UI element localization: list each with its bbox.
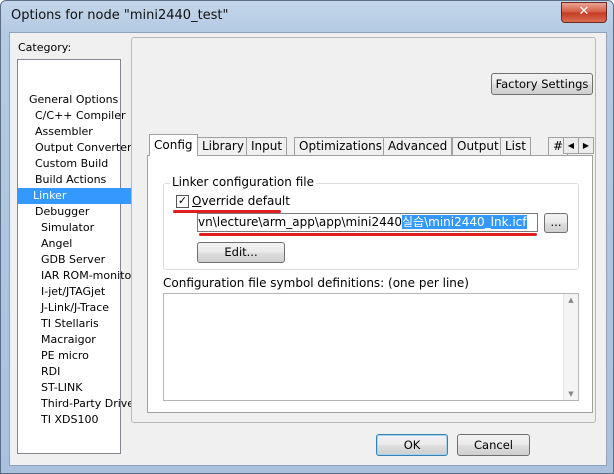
ok-button[interactable]: OK: [376, 434, 448, 456]
tab-advanced[interactable]: Advanced: [383, 137, 453, 155]
scroll-down-icon[interactable]: ▼: [564, 390, 578, 398]
override-default-label-rest: verride default: [201, 194, 290, 208]
category-item-j-link-j-trace[interactable]: J-Link/J-Trace: [39, 300, 111, 316]
override-default-label[interactable]: Override default: [192, 194, 290, 208]
category-item-i-jet-jtagjet[interactable]: I-jet/JTAGjet: [39, 284, 107, 300]
tab-list[interactable]: List: [500, 137, 531, 155]
override-default-checkbox[interactable]: ✓: [176, 195, 189, 208]
tab-config[interactable]: Config: [149, 134, 198, 156]
tab-output[interactable]: Output: [452, 137, 504, 155]
tab-scroll-right-icon[interactable]: ▶: [578, 137, 594, 154]
tab-optimizations[interactable]: Optimizations: [294, 137, 388, 155]
path-selected-text: 실습\mini2440_lnk.icf: [402, 215, 527, 229]
path-unselected-text: vn\lecture\arm_app\app\mini2440: [198, 215, 402, 229]
tab-library[interactable]: Library: [197, 137, 249, 155]
scroll-up-icon[interactable]: ▲: [564, 296, 578, 304]
category-item-output-converter[interactable]: Output Converter: [33, 140, 134, 156]
category-item-custom-build[interactable]: Custom Build: [33, 156, 110, 172]
close-button[interactable]: ✕: [561, 2, 607, 23]
factory-settings-button[interactable]: Factory Settings: [491, 73, 593, 95]
browse-button[interactable]: ...: [544, 213, 568, 233]
edit-button[interactable]: Edit...: [197, 242, 285, 263]
category-item-st-link[interactable]: ST-LINK: [39, 380, 84, 396]
options-dialog: Options for node "mini2440_test" ✕ Categ…: [0, 0, 614, 474]
textarea-scrollbar[interactable]: ▲ ▼: [563, 294, 578, 400]
category-item-ti-xds100[interactable]: TI XDS100: [39, 412, 100, 428]
category-item-rdi[interactable]: RDI: [39, 364, 62, 380]
category-item-debugger[interactable]: Debugger: [33, 204, 91, 220]
category-item-ti-stellaris[interactable]: TI Stellaris: [39, 316, 101, 332]
category-item-angel[interactable]: Angel: [39, 236, 74, 252]
linker-config-group-label: Linker configuration file: [170, 175, 316, 189]
category-item-assembler[interactable]: Assembler: [33, 124, 95, 140]
category-tree[interactable]: General Options C/C++ Compiler Assembler Ou…: [17, 59, 139, 454]
category-item-c-c-compiler[interactable]: C/C++ Compiler: [33, 108, 128, 124]
category-item-general-options[interactable]: General Options: [27, 92, 120, 108]
tab-strip: Config Library Input Optimizations Advan…: [147, 134, 594, 156]
window-title: Options for node "mini2440_test": [11, 8, 229, 23]
annotation-underline-path: [199, 233, 537, 236]
symbol-defs-textarea[interactable]: ▲ ▼: [163, 293, 579, 401]
category-label: Category:: [18, 41, 72, 54]
tab-scroll-left-icon[interactable]: ◀: [563, 137, 579, 154]
tab-input[interactable]: Input: [246, 137, 288, 155]
category-item-linker[interactable]: Linker: [18, 188, 131, 204]
category-item-macraigor[interactable]: Macraigor: [39, 332, 98, 348]
category-item-build-actions[interactable]: Build Actions: [33, 172, 108, 188]
linker-config-path-input[interactable]: vn\lecture\arm_app\app\mini2440실습\mini24…: [197, 213, 538, 232]
category-item-simulator[interactable]: Simulator: [39, 220, 96, 236]
category-item-gdb-server[interactable]: GDB Server: [39, 252, 107, 268]
category-item-iar-rom-monitor[interactable]: IAR ROM-monitor: [39, 268, 138, 284]
category-item-pe-micro[interactable]: PE micro: [39, 348, 91, 364]
annotation-underline-checkbox: [173, 210, 281, 213]
cancel-button[interactable]: Cancel: [457, 434, 530, 456]
category-item-third-party-driver[interactable]: Third-Party Driver: [39, 396, 141, 412]
symbol-defs-label: Configuration file symbol definitions: (…: [163, 276, 469, 290]
